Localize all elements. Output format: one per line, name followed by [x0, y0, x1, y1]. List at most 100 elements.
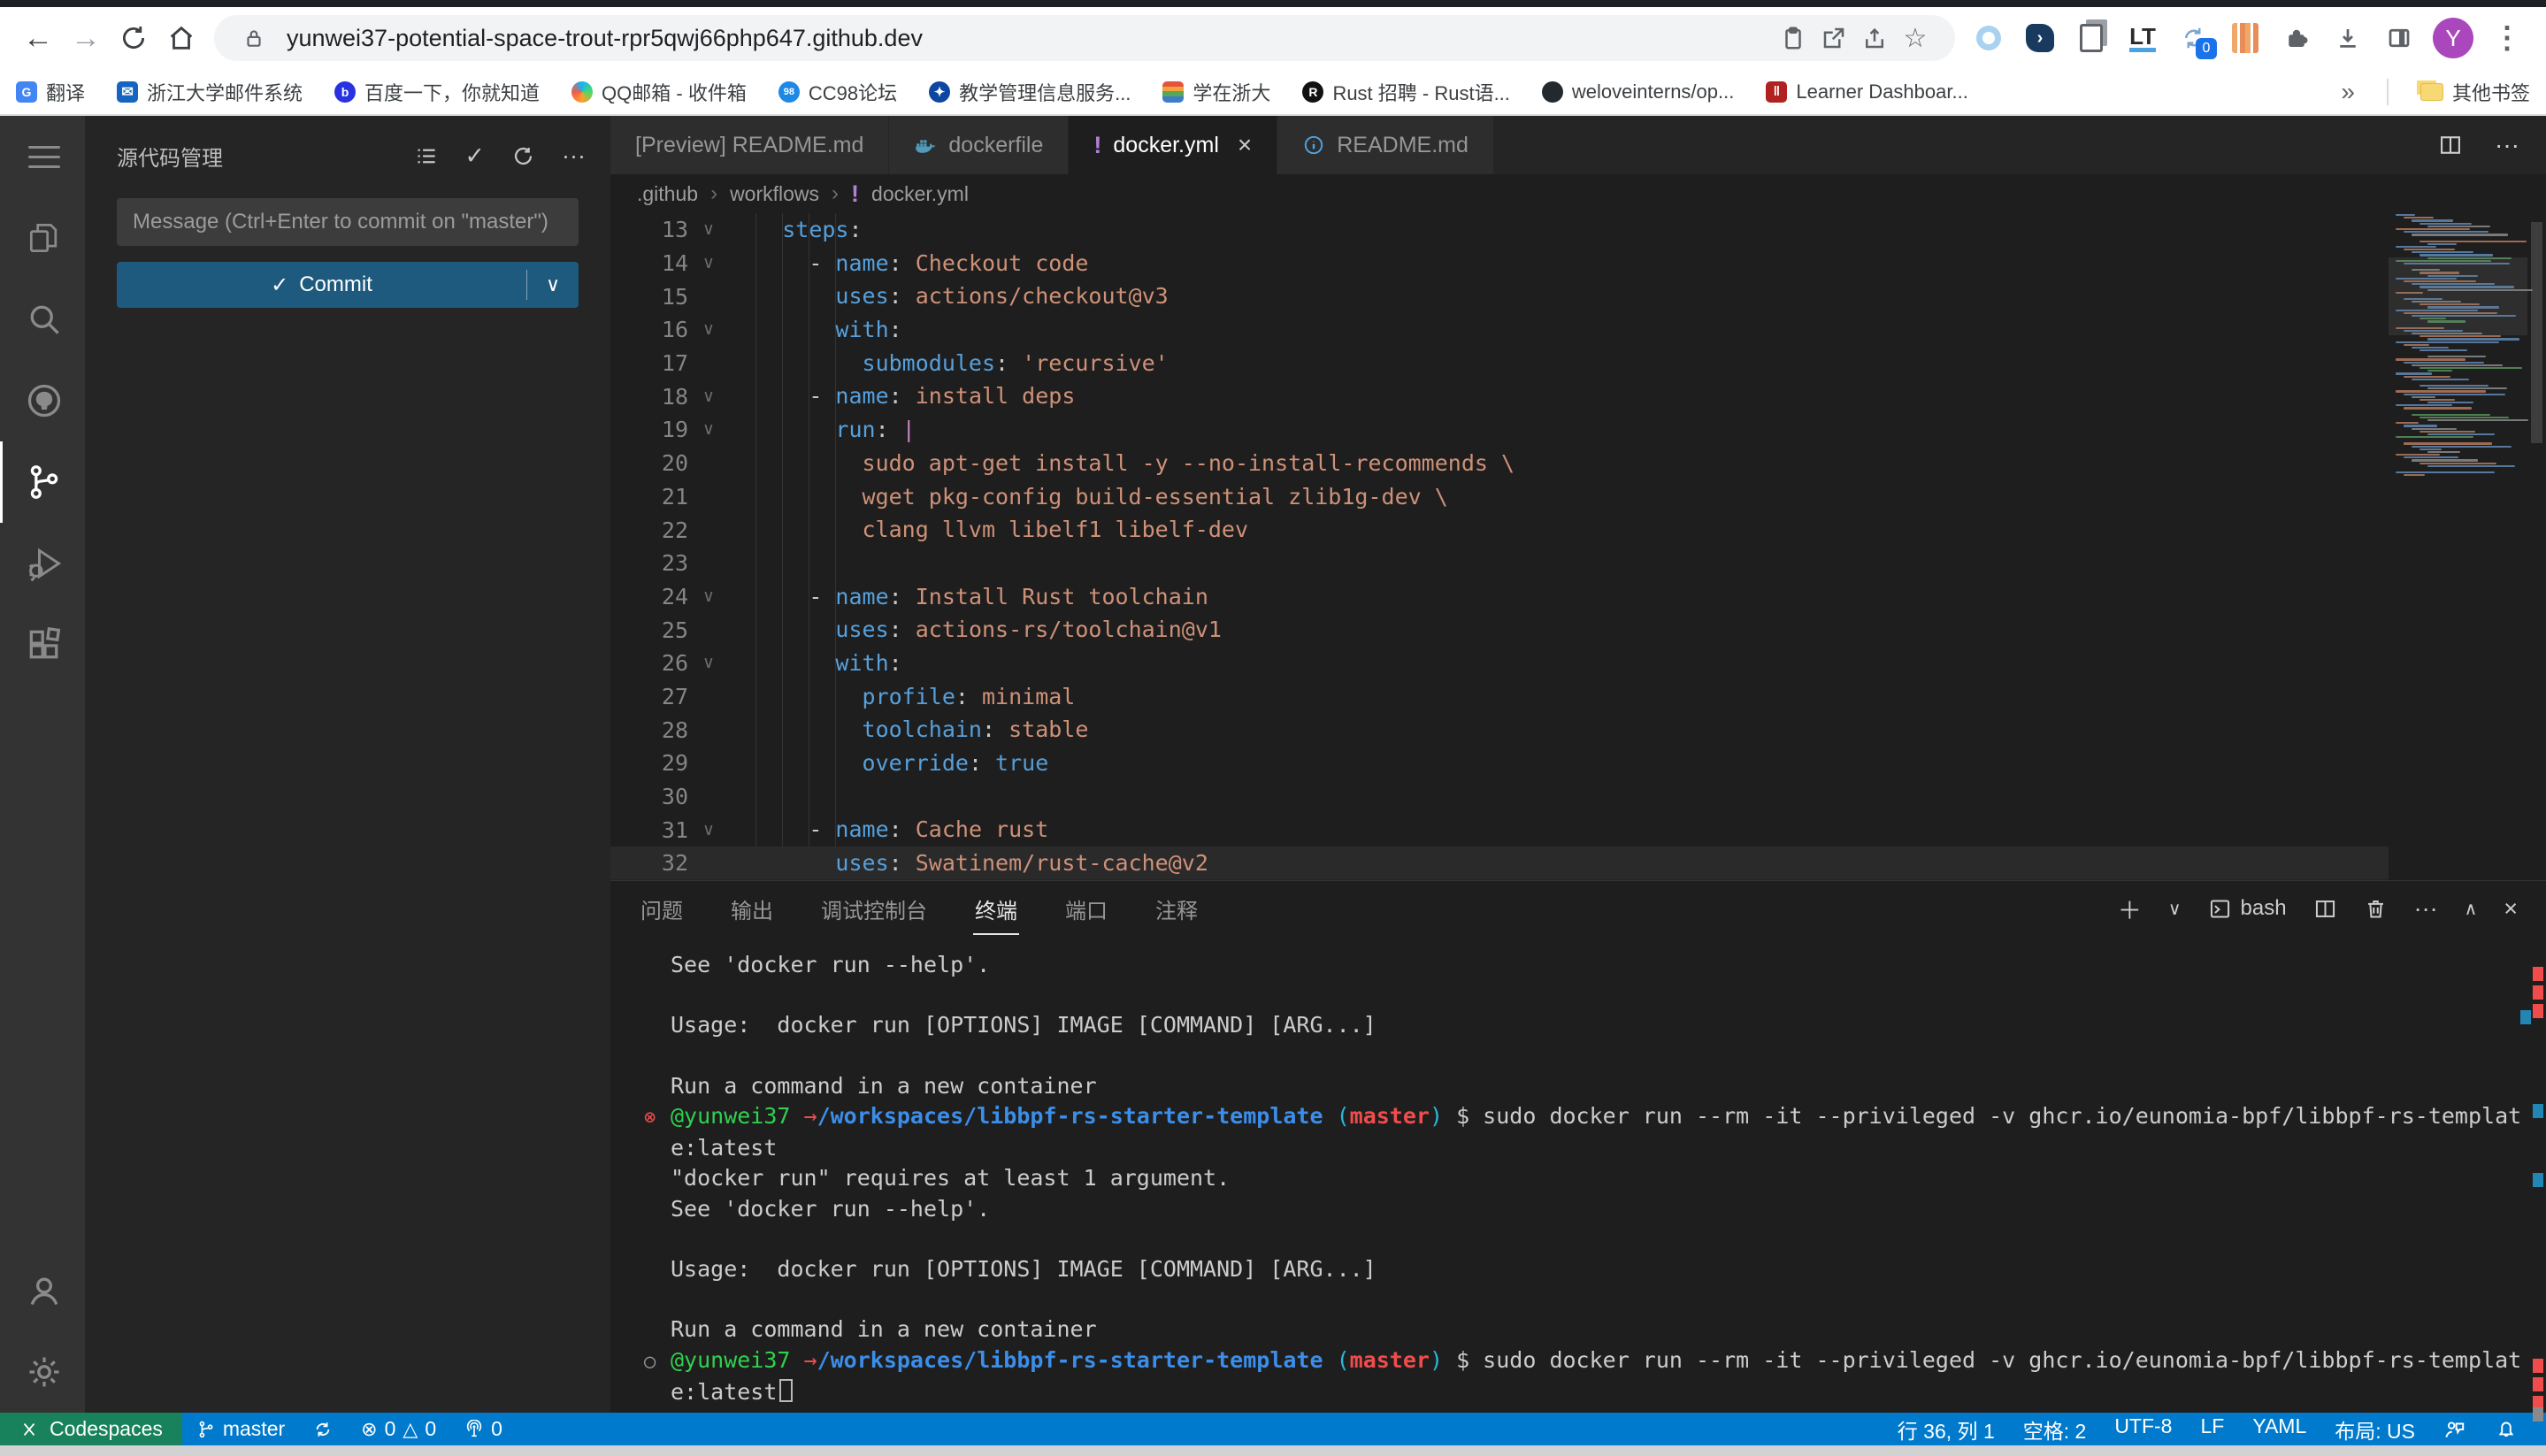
- navy-extension-icon[interactable]: ›: [2022, 20, 2058, 56]
- other-bookmarks[interactable]: 其他书签: [2420, 78, 2530, 106]
- circle-extension-icon[interactable]: [1971, 20, 2006, 56]
- puzzle-extensions-icon[interactable]: [2279, 20, 2314, 56]
- problems-indicator[interactable]: ⊗ 0 △ 0: [347, 1413, 450, 1445]
- panel-tab[interactable]: 终端: [973, 888, 1019, 930]
- extensions-icon[interactable]: [0, 604, 85, 686]
- more-actions-icon[interactable]: ···: [562, 142, 586, 170]
- sync-extension-icon[interactable]: 0: [2176, 20, 2212, 56]
- code-line[interactable]: 18∨ - name: install deps: [610, 379, 2389, 413]
- refresh-icon[interactable]: [511, 144, 535, 168]
- side-panel-icon[interactable]: [2381, 20, 2417, 56]
- commit-button[interactable]: ✓ Commit ∨: [117, 262, 579, 308]
- commit-button-main[interactable]: ✓ Commit: [117, 272, 526, 298]
- commit-dropdown-chevron[interactable]: ∨: [527, 273, 579, 296]
- terminal-dropdown-chevron[interactable]: ∨: [2168, 898, 2182, 920]
- source-control-icon[interactable]: [0, 441, 85, 523]
- editor-more-icon[interactable]: ···: [2495, 131, 2519, 159]
- reload-icon[interactable]: [110, 14, 157, 62]
- status-item[interactable]: UTF-8: [2100, 1414, 2186, 1438]
- search-icon[interactable]: [0, 279, 85, 360]
- split-terminal-icon[interactable]: [2313, 897, 2337, 921]
- status-item[interactable]: 行 36, 列 1: [1883, 1414, 2009, 1445]
- new-terminal-icon[interactable]: ＋: [2118, 892, 2142, 926]
- pages-extension-icon[interactable]: [2074, 20, 2109, 56]
- bookmark-item[interactable]: weloveinterns/op...: [1542, 80, 1734, 103]
- back-icon[interactable]: ←: [14, 14, 62, 62]
- minimap[interactable]: [2389, 213, 2527, 880]
- code-line[interactable]: 29 override: true: [610, 747, 2389, 780]
- remote-indicator[interactable]: Codespaces: [0, 1413, 182, 1445]
- home-icon[interactable]: [157, 14, 205, 62]
- code-line[interactable]: 15 uses: actions/checkout@v3: [610, 280, 2389, 313]
- code-line[interactable]: 14∨ - name: Checkout code: [610, 247, 2389, 280]
- forward-icon[interactable]: →: [62, 14, 110, 62]
- fold-chevron-icon[interactable]: ∨: [688, 253, 729, 273]
- maximize-panel-chevron[interactable]: ∧: [2465, 898, 2478, 920]
- bookmark-item[interactable]: RRust 招聘 - Rust语...: [1302, 78, 1509, 106]
- open-in-new-icon[interactable]: [1814, 18, 1854, 58]
- download-icon[interactable]: [2330, 20, 2366, 56]
- fold-chevron-icon[interactable]: ∨: [688, 319, 729, 340]
- fold-chevron-icon[interactable]: ∨: [688, 820, 729, 840]
- breadcrumb-item[interactable]: docker.yml: [871, 182, 969, 206]
- panel-tab[interactable]: 输出: [729, 888, 775, 930]
- bookmark-item[interactable]: QQ邮箱 - 收件箱: [571, 78, 747, 106]
- code-line[interactable]: 17 submodules: 'recursive': [610, 347, 2389, 380]
- menu-hamburger-icon[interactable]: [0, 116, 85, 197]
- code-line[interactable]: 26∨ with:: [610, 647, 2389, 680]
- shell-selector[interactable]: bash: [2208, 896, 2287, 921]
- code-line[interactable]: 28 toolchain: stable: [610, 713, 2389, 747]
- status-item[interactable]: 布局: US: [2320, 1414, 2429, 1445]
- code-line[interactable]: 16∨ with:: [610, 313, 2389, 347]
- tab-readme.md[interactable]: README.md: [1277, 116, 1494, 174]
- account-icon[interactable]: [0, 1250, 85, 1331]
- split-editor-icon[interactable]: [2438, 133, 2463, 157]
- share-icon[interactable]: [1854, 18, 1895, 58]
- fold-chevron-icon[interactable]: ∨: [688, 387, 729, 407]
- close-tab-icon[interactable]: ×: [1238, 131, 1252, 159]
- fold-chevron-icon[interactable]: ∨: [688, 419, 729, 440]
- scrollbar-slider[interactable]: [2531, 222, 2542, 443]
- fold-chevron-icon[interactable]: ∨: [688, 586, 729, 607]
- panel-tab[interactable]: 调试控制台: [819, 888, 929, 930]
- code-line[interactable]: 22 clang llvm libelf1 libelf-dev: [610, 513, 2389, 547]
- bookmark-item[interactable]: ‖Learner Dashboar...: [1766, 80, 1967, 103]
- bookmark-item[interactable]: ✦教学管理信息服务...: [929, 78, 1131, 106]
- breadcrumb-item[interactable]: .github: [637, 182, 698, 206]
- editor-scrollbar[interactable]: [2527, 213, 2546, 880]
- code-line[interactable]: 21 wget pkg-config build-essential zlib1…: [610, 480, 2389, 514]
- tab-docker.yml[interactable]: !docker.yml×: [1069, 116, 1277, 174]
- view-as-list-icon[interactable]: [414, 144, 438, 168]
- profile-avatar[interactable]: Y: [2433, 18, 2473, 58]
- code-line[interactable]: 31∨ - name: Cache rust: [610, 813, 2389, 847]
- code-line[interactable]: 32 uses: Swatinem/rust-cache@v2: [610, 847, 2389, 880]
- panel-tab[interactable]: 问题: [639, 888, 685, 930]
- commit-check-icon[interactable]: ✓: [464, 142, 485, 170]
- code-line[interactable]: 24∨ - name: Install Rust toolchain: [610, 580, 2389, 614]
- code-line[interactable]: 20 sudo apt-get install -y --no-install-…: [610, 447, 2389, 480]
- status-item[interactable]: 空格: 2: [2009, 1414, 2101, 1445]
- code-line[interactable]: 25 uses: actions-rs/toolchain@v1: [610, 613, 2389, 647]
- explorer-icon[interactable]: [0, 197, 85, 279]
- bookmark-item[interactable]: 学在浙大: [1162, 78, 1270, 106]
- tab--preview-readme.md[interactable]: [Preview] README.md: [610, 116, 889, 174]
- bookmark-item[interactable]: 98CC98论坛: [778, 78, 897, 106]
- branch-indicator[interactable]: master: [182, 1413, 299, 1445]
- bookmark-star-icon[interactable]: ☆: [1895, 18, 1936, 58]
- kebab-menu-icon[interactable]: ⋮: [2489, 20, 2525, 56]
- ports-indicator[interactable]: 0: [450, 1413, 517, 1445]
- code-line[interactable]: 13∨ steps:: [610, 213, 2389, 247]
- code-line[interactable]: 19∨ run: |: [610, 413, 2389, 447]
- breadcrumb-item[interactable]: workflows: [730, 182, 819, 206]
- code-line[interactable]: 23: [610, 547, 2389, 580]
- code-editor[interactable]: 13∨ steps:14∨ - name: Checkout code15 us…: [610, 213, 2546, 880]
- pens-extension-icon[interactable]: [2228, 20, 2263, 56]
- kill-terminal-trash-icon[interactable]: [2364, 897, 2388, 921]
- terminal[interactable]: See 'docker run --help'. Usage: docker r…: [610, 936, 2546, 1413]
- panel-more-icon[interactable]: ···: [2414, 895, 2438, 923]
- feedback-icon[interactable]: [2429, 1418, 2481, 1441]
- code-line[interactable]: 30: [610, 780, 2389, 814]
- languagetool-icon[interactable]: LT: [2125, 20, 2160, 56]
- close-panel-icon[interactable]: ×: [2504, 895, 2518, 923]
- run-debug-icon[interactable]: [0, 523, 85, 604]
